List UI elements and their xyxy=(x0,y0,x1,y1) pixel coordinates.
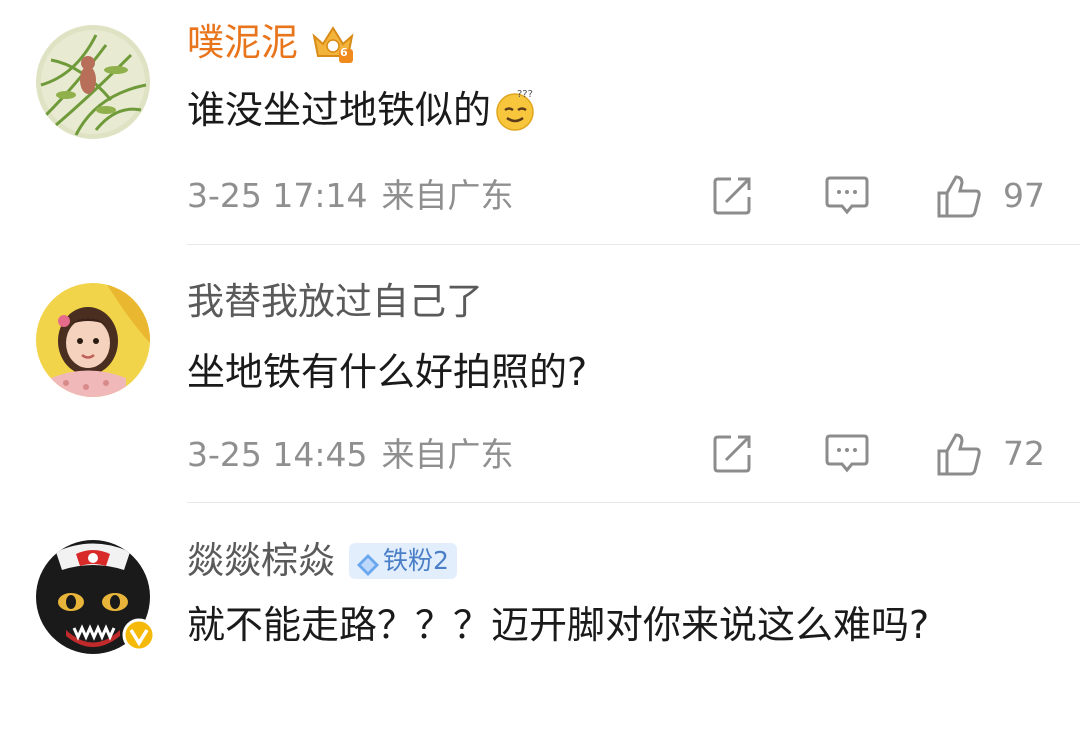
fan-badge[interactable]: 铁粉2 xyxy=(349,543,457,579)
username[interactable]: 噗泥泥 6 xyxy=(187,21,364,65)
like-icon[interactable] xyxy=(936,432,982,480)
comment-text: 坐地铁有什么好拍照的? xyxy=(187,350,588,394)
like-icon[interactable] xyxy=(936,174,982,222)
avatar[interactable] xyxy=(36,25,150,139)
like-count: 97 xyxy=(1003,176,1045,215)
comment-text: 就不能走路？？？迈开脚对你来说这么难吗? xyxy=(187,603,930,647)
fan-diamond-icon xyxy=(355,548,381,576)
username[interactable]: 燚燚棕焱 铁粉2 xyxy=(187,539,457,583)
comment-text: 谁没坐过地铁似的 xyxy=(187,88,492,132)
like-count: 72 xyxy=(1003,434,1045,473)
username[interactable]: 我替我放过自己了 xyxy=(187,280,483,324)
comment-text-row: 就不能走路？？？迈开脚对你来说这么难吗? xyxy=(187,597,1017,653)
divider xyxy=(187,244,1080,245)
avatar[interactable] xyxy=(36,283,150,397)
action-bar: 97 xyxy=(0,174,1080,218)
comment-icon[interactable] xyxy=(825,432,869,478)
username-text[interactable]: 噗泥泥 xyxy=(187,21,298,65)
username-text[interactable]: 燚燚棕焱 xyxy=(187,539,335,583)
comment-text-row: 坐地铁有什么好拍照的? xyxy=(187,342,1047,402)
fan-badge-label: 铁粉2 xyxy=(383,546,449,575)
share-icon[interactable] xyxy=(712,174,754,220)
emoji-dizzy-icon: ??? xyxy=(493,88,537,132)
vip-crown-icon[interactable] xyxy=(310,22,356,64)
divider xyxy=(187,502,1080,503)
comment-icon[interactable] xyxy=(825,174,869,220)
action-bar: 72 xyxy=(0,432,1080,476)
avatar[interactable] xyxy=(36,540,156,654)
username-text[interactable]: 我替我放过自己了 xyxy=(187,280,483,324)
vip-level: 6 xyxy=(340,46,348,59)
verified-icon xyxy=(122,618,156,652)
share-icon[interactable] xyxy=(712,432,754,478)
svg-text:???: ??? xyxy=(517,89,533,100)
comment-text-row: 谁没坐过地铁似的 ??? xyxy=(187,80,1047,140)
